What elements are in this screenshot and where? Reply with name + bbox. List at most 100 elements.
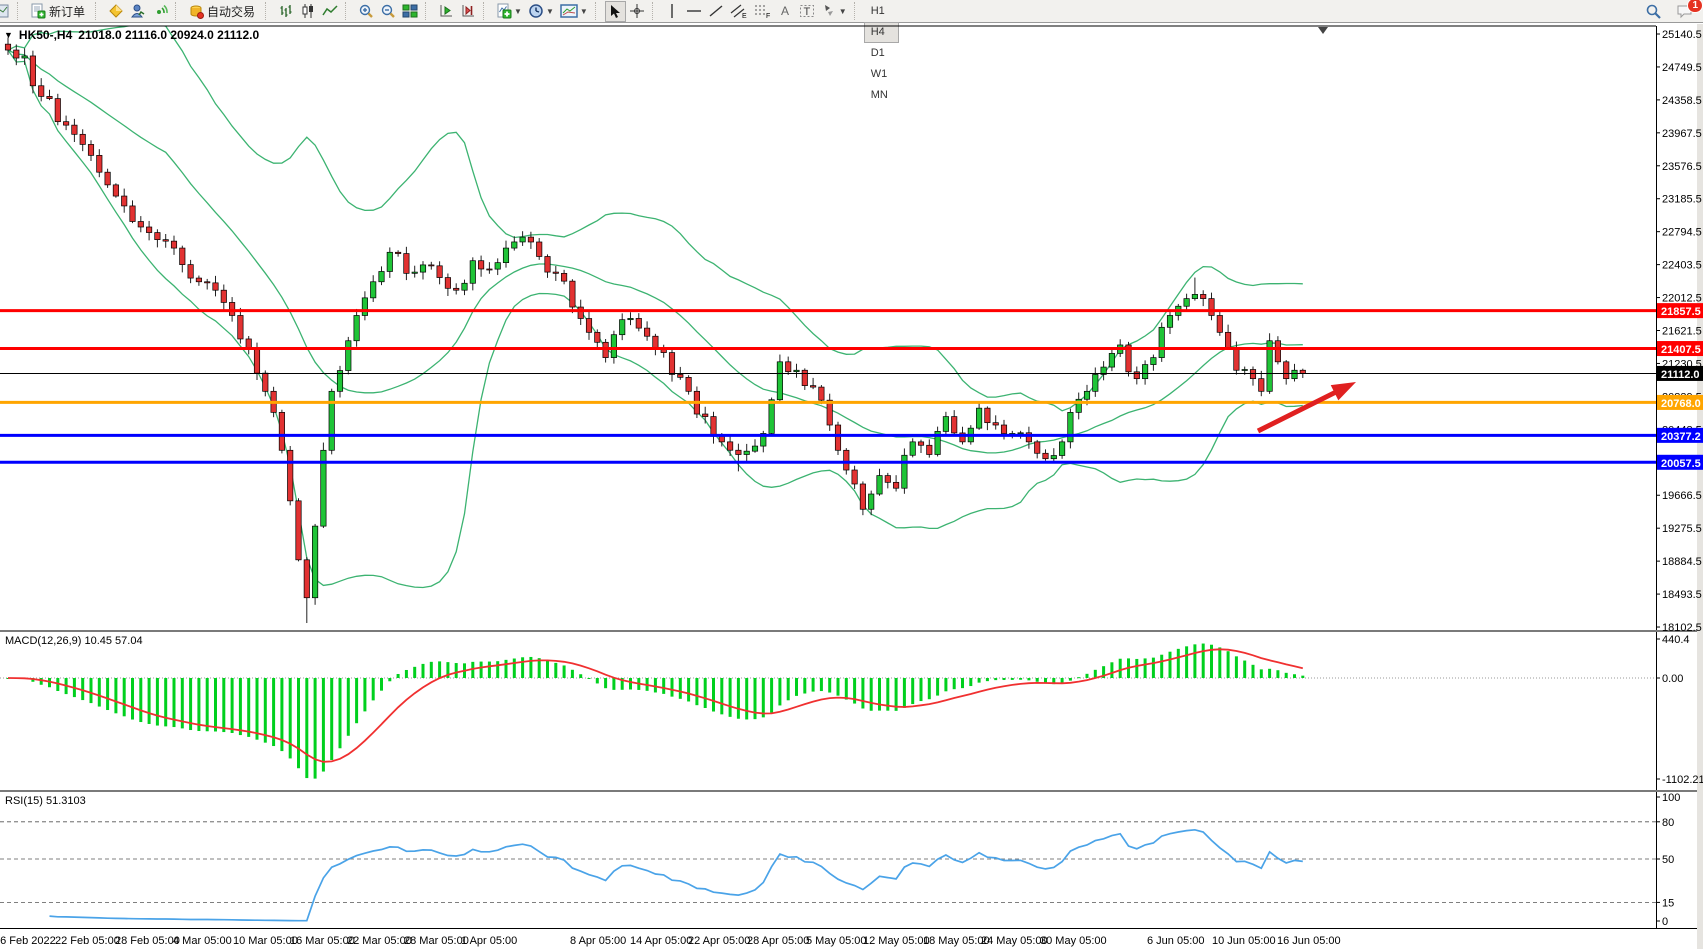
candle-down xyxy=(13,49,20,59)
time-axis-label: 12 May 05:00 xyxy=(863,935,930,947)
candle-down xyxy=(129,205,136,222)
candle-down xyxy=(137,221,144,228)
macd-pane[interactable] xyxy=(0,643,1656,779)
rsi-axis-label: 50 xyxy=(1662,854,1674,866)
candle-down xyxy=(478,260,485,270)
candle-down xyxy=(262,372,269,392)
macd-histogram-bar xyxy=(388,678,392,682)
macd-histogram-bar xyxy=(487,661,491,678)
macd-histogram-bar xyxy=(1193,644,1197,678)
time-axis[interactable]: 16 Feb 2022 22 Feb 05:0028 Feb 05:004 Mar… xyxy=(0,935,1341,947)
macd-histogram-bar xyxy=(952,678,956,690)
candle-down xyxy=(287,449,294,502)
candle-down xyxy=(1249,369,1257,380)
macd-histogram-bar xyxy=(745,678,749,720)
macd-histogram-bar xyxy=(969,678,973,687)
macd-histogram-bar xyxy=(1234,656,1238,678)
candle-up xyxy=(312,525,319,599)
candle-down xyxy=(1216,315,1223,333)
candle-down xyxy=(212,282,219,291)
candle-down xyxy=(859,483,866,510)
candle-up xyxy=(619,319,626,336)
rsi-axis-label: 15 xyxy=(1662,897,1674,909)
symbol-period-label: HK50-,H4 xyxy=(18,28,73,42)
candle-down xyxy=(644,327,651,337)
candle-up xyxy=(1191,294,1198,299)
macd-histogram-bar xyxy=(297,678,300,769)
candle-down xyxy=(403,253,410,274)
price-axis[interactable]: 25140.5 24749.5 24358.5 23967.5 23576.5 23185… xyxy=(1656,29,1703,928)
macd-histogram-bar xyxy=(546,660,549,678)
macd-histogram-bar xyxy=(89,678,93,704)
bollinger-lower-band xyxy=(7,49,1303,589)
chart-canvas[interactable]: 25140.5 24749.5 24358.5 23967.5 23576.5 23185… xyxy=(0,0,1703,949)
price-tick-label: 18493.5 xyxy=(1662,589,1702,601)
candle-down xyxy=(594,331,601,343)
candle-down xyxy=(635,318,642,329)
one-click-trading-arrow-icon[interactable]: ▼ xyxy=(4,30,13,40)
candle-down xyxy=(685,377,692,392)
candles xyxy=(4,37,1306,624)
macd-histogram-bar xyxy=(961,678,964,689)
macd-histogram-bar xyxy=(371,678,375,701)
candle-up xyxy=(386,251,393,272)
candle-down xyxy=(29,55,36,87)
rsi-pane[interactable] xyxy=(0,821,1656,922)
macd-histogram-bar xyxy=(720,678,724,715)
candle-down xyxy=(1000,424,1008,434)
macd-histogram-bar xyxy=(1151,657,1155,678)
macd-histogram-bar xyxy=(521,657,525,678)
candle-down xyxy=(170,240,178,249)
price-tag-label: 21112.0 xyxy=(1661,369,1700,381)
candle-down xyxy=(428,264,435,267)
candle-up xyxy=(876,475,883,495)
candle-up xyxy=(21,55,28,59)
candle-up xyxy=(610,334,617,358)
candle-up xyxy=(1067,412,1074,443)
time-axis-label: 30 May 05:00 xyxy=(1040,935,1107,947)
macd-histogram-bar xyxy=(662,678,666,694)
macd-histogram-bar xyxy=(214,678,217,732)
macd-histogram-bar xyxy=(653,678,657,693)
candle-up xyxy=(743,450,750,455)
candle-up xyxy=(768,399,775,434)
main-price-pane[interactable] xyxy=(0,25,1656,624)
macd-histogram-bar xyxy=(1093,669,1097,678)
price-tick-label: 18884.5 xyxy=(1662,556,1702,568)
time-axis-label: 24 May 05:00 xyxy=(981,935,1048,947)
macd-histogram-bar xyxy=(919,678,923,702)
candle-down xyxy=(718,435,725,443)
candle-down xyxy=(1034,441,1041,454)
time-axis-label: 22 Apr 05:00 xyxy=(688,935,750,947)
time-axis-label: 1 Apr 05:00 xyxy=(461,935,517,947)
candle-down xyxy=(121,195,128,207)
candle-down xyxy=(486,268,493,271)
candle-down xyxy=(4,43,12,51)
macd-histogram-bar xyxy=(106,678,110,711)
macd-histogram-bar xyxy=(1251,664,1255,678)
candle-up xyxy=(1092,374,1099,392)
price-tag-label: 20377.2 xyxy=(1661,431,1701,443)
macd-histogram-bar xyxy=(1002,678,1006,681)
macd-histogram-bar xyxy=(1218,647,1222,678)
rsi-axis-label: 100 xyxy=(1662,792,1680,804)
macd-histogram-bar xyxy=(396,673,400,678)
macd-axis-label: 440.4 xyxy=(1662,634,1690,646)
candle-up xyxy=(1158,326,1165,358)
ohlc-values: 21018.0 21116.0 20924.0 21112.0 xyxy=(78,28,260,42)
macd-histogram-bar xyxy=(1035,678,1039,682)
candle-up xyxy=(469,260,476,284)
candle-up xyxy=(419,264,427,273)
time-axis-label: 22 Feb 05:00 xyxy=(55,935,120,947)
candle-up xyxy=(370,281,377,299)
candle-down xyxy=(146,226,153,233)
macd-histogram-bar xyxy=(1259,669,1263,678)
trend-arrow-line[interactable] xyxy=(1256,388,1340,434)
candle-down xyxy=(677,374,684,378)
candle-down xyxy=(984,407,991,424)
candle-up xyxy=(511,241,518,249)
candle-down xyxy=(395,251,402,254)
macd-histogram-bar xyxy=(811,678,815,692)
chart-shift-marker[interactable] xyxy=(1318,27,1328,34)
price-tag-label: 21857.5 xyxy=(1661,306,1701,318)
